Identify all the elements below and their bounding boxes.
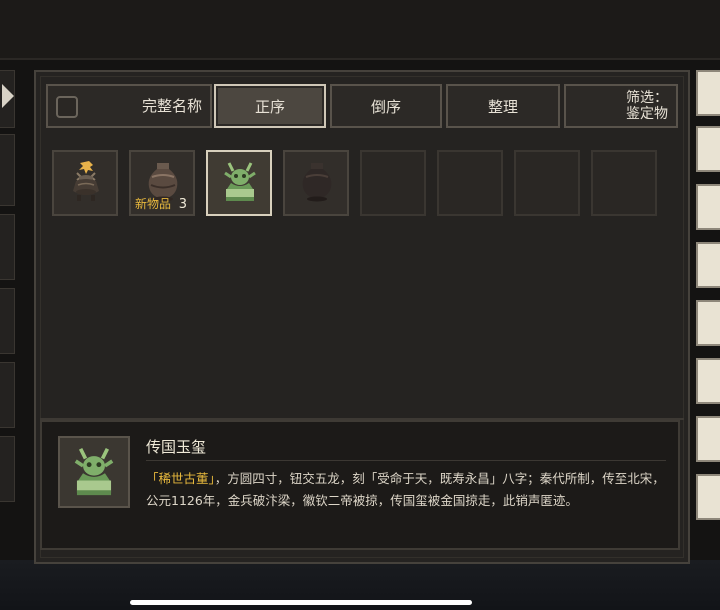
filter-label-line2: 鉴定物: [626, 106, 668, 122]
jade-seal-icon: [224, 162, 256, 201]
inventory-slot[interactable]: [52, 150, 118, 216]
jade-seal-icon: [74, 448, 114, 496]
left-tab-rail: [0, 70, 16, 550]
left-tab[interactable]: [0, 214, 15, 280]
inventory-slot-empty[interactable]: [437, 150, 503, 216]
home-indicator[interactable]: [130, 600, 472, 605]
right-tab[interactable]: [696, 416, 720, 462]
left-tab[interactable]: [0, 134, 15, 206]
inventory-slot[interactable]: [283, 150, 349, 216]
left-tab[interactable]: [0, 436, 15, 502]
inventory-slot-selected[interactable]: [206, 150, 272, 216]
rarity-tag: 「稀世古董」: [146, 471, 215, 486]
inventory-slot-empty[interactable]: [360, 150, 426, 216]
filter-label-line1: 筛选：: [626, 90, 668, 106]
inventory-slot-empty[interactable]: [514, 150, 580, 216]
right-tab[interactable]: [696, 300, 720, 346]
filter-button[interactable]: 筛选： 鉴定物: [564, 84, 678, 128]
sort-ascending-label: 正序: [254, 97, 285, 116]
full-name-toggle[interactable]: 完整名称: [46, 84, 212, 128]
full-name-label: 完整名称: [141, 97, 202, 115]
sort-descending-label: 倒序: [370, 97, 401, 116]
incense-burner-icon: [73, 161, 99, 201]
sort-toolbar: 完整名称 正序 倒序 整理 筛选： 鉴定物: [46, 84, 678, 128]
right-tab[interactable]: [696, 70, 720, 116]
title-separator: [146, 460, 666, 461]
right-tab[interactable]: [696, 358, 720, 404]
filter-label: 筛选： 鉴定物: [566, 90, 676, 122]
arrange-button[interactable]: 整理: [446, 84, 560, 128]
dark-vase-icon: [302, 163, 332, 202]
collapse-arrow-icon[interactable]: [2, 84, 14, 108]
sort-descending-button[interactable]: 倒序: [330, 84, 442, 128]
left-tab[interactable]: [0, 362, 15, 428]
description-text: ，方圆四寸，钮交五龙，刻「受命于天，既寿永昌」八字；秦代所制，传至北宋，公元11…: [146, 471, 665, 508]
left-tab[interactable]: [0, 288, 15, 354]
item-description: 「稀世古董」，方圆四寸，钮交五龙，刻「受命于天，既寿永昌」八字；秦代所制，传至北…: [146, 468, 674, 512]
right-tab[interactable]: [696, 184, 720, 230]
right-tab[interactable]: [696, 126, 720, 172]
right-tab-rail: [696, 70, 720, 550]
checkbox[interactable]: [56, 96, 78, 118]
right-tab[interactable]: [696, 242, 720, 288]
sort-ascending-button[interactable]: 正序: [214, 84, 326, 128]
item-count: 3: [178, 197, 187, 212]
new-item-label: 新物品: [135, 197, 172, 211]
detail-item-frame: [58, 436, 130, 508]
inventory-slot[interactable]: 新物品 3: [129, 150, 195, 216]
top-bar: [0, 0, 720, 60]
item-title: 传国玉玺: [146, 438, 207, 456]
right-tab[interactable]: [696, 474, 720, 520]
arrange-label: 整理: [487, 97, 518, 116]
inventory-slot-empty[interactable]: [591, 150, 657, 216]
